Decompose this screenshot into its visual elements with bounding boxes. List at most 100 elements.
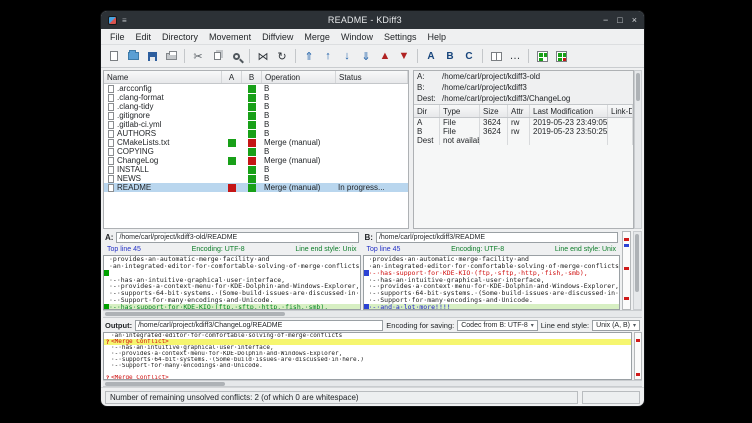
next-delta-icon[interactable]: ↓ <box>338 47 356 65</box>
output-overview-column[interactable] <box>634 332 642 380</box>
titlebar[interactable]: ≡ README - KDiff3 − □ × <box>101 11 644 29</box>
save-icon[interactable] <box>143 47 161 65</box>
split-view-icon[interactable] <box>487 47 505 65</box>
info-column-attr[interactable]: Attr <box>508 105 530 117</box>
output-hscrollbar[interactable] <box>103 380 642 387</box>
menu-item-directory[interactable]: Directory <box>157 31 203 43</box>
file-icon <box>108 121 114 129</box>
diff-line[interactable]: ·-·supports·64-bit·systems.·(Some·build·… <box>104 290 360 297</box>
maximize-button[interactable]: □ <box>617 15 622 25</box>
diff-line[interactable]: ·-·has·an·intuitive·graphical·user·inter… <box>104 276 360 283</box>
output-content[interactable]: ·an·integrated·editor·for·comfortable·so… <box>103 332 632 380</box>
dir-row-COPYING[interactable]: COPYINGB <box>104 147 408 156</box>
pane-b-path[interactable]: /home/carl/project/kdiff3/README <box>376 232 618 243</box>
status-cell <box>336 84 408 93</box>
open-folder-icon[interactable] <box>124 47 142 65</box>
choose-a-icon[interactable]: A <box>422 47 440 65</box>
diff-b-content[interactable]: ·provides·an·automatic·merge·facility·an… <box>363 255 621 310</box>
dir-row-.gitignore[interactable]: .gitignoreB <box>104 111 408 120</box>
pane-a-path[interactable]: /home/carl/project/kdiff3-old/README <box>116 232 358 243</box>
diff-hscrollbar-thumb[interactable] <box>105 312 285 316</box>
menu-item-diffview[interactable]: Diffview <box>257 31 298 43</box>
go-current-delta-icon[interactable]: ⋈ <box>254 47 272 65</box>
dir-row-README[interactable]: READMEMerge (manual)In progress... <box>104 183 408 192</box>
dir-row-ChangeLog[interactable]: ChangeLogMerge (manual) <box>104 156 408 165</box>
diff-line[interactable]: ·provides·an·automatic·merge·facility·an… <box>104 256 360 263</box>
dir-column-b[interactable]: B <box>242 71 262 83</box>
menu-item-edit[interactable]: Edit <box>131 31 157 43</box>
diff-line[interactable] <box>104 270 360 277</box>
diff-line[interactable]: ·-·has·an·intuitive·graphical·user·inter… <box>364 276 620 283</box>
cut-icon[interactable]: ✂ <box>189 47 207 65</box>
dir-column-name[interactable]: Name <box>104 71 222 83</box>
info-vscrollbar-thumb[interactable] <box>636 73 640 101</box>
overflow-icon[interactable]: … <box>506 47 524 65</box>
prev-delta-icon[interactable]: ↑ <box>319 47 337 65</box>
dir-row-CMakeLists.txt[interactable]: CMakeLists.txtMerge (manual) <box>104 138 408 147</box>
diff-line[interactable]: ·-·supports·64-bit·systems.·(Some·build·… <box>364 290 620 297</box>
b-status-square <box>248 94 256 102</box>
first-delta-icon[interactable]: ⇑ <box>300 47 318 65</box>
b-status-square <box>248 130 256 138</box>
diff-a-content[interactable]: ·provides·an·automatic·merge·facility·an… <box>103 255 361 310</box>
file-icon <box>108 184 114 192</box>
menu-item-merge[interactable]: Merge <box>299 31 335 43</box>
find-icon[interactable] <box>227 47 245 65</box>
b-status-square <box>248 184 256 192</box>
diff-vscrollbar-thumb[interactable] <box>635 234 639 292</box>
diff-line[interactable]: ·-·Support·for·many·encodings·and·Unicod… <box>364 297 620 304</box>
diff-line[interactable]: ·provides·an·automatic·merge·facility·an… <box>364 256 620 263</box>
close-button[interactable]: × <box>632 15 637 25</box>
info-column-last-modification[interactable]: Last Modification <box>530 105 608 117</box>
dir-merge-icon[interactable] <box>552 47 570 65</box>
diff-hscrollbar[interactable] <box>103 310 642 318</box>
output-path[interactable]: /home/carl/project/kdiff3/ChangeLog/READ… <box>135 320 383 331</box>
diff-line[interactable]: ·-·provides·a·context·menu·for·KDE-Dolph… <box>364 283 620 290</box>
info-cell: not available <box>440 136 480 145</box>
diff-line[interactable]: ·an·integrated·editor·for·comfortable·so… <box>104 263 360 270</box>
output-hscrollbar-thumb[interactable] <box>105 382 225 386</box>
new-document-icon[interactable] <box>105 47 123 65</box>
choose-c-icon[interactable]: C <box>460 47 478 65</box>
info-column-size[interactable]: Size <box>480 105 508 117</box>
diff-line[interactable]: ·-·Support·for·many·encodings·and·Unicod… <box>104 297 360 304</box>
dir-column-operation[interactable]: Operation <box>262 71 336 83</box>
menu-item-settings[interactable]: Settings <box>379 31 422 43</box>
dir-row-.clang-format[interactable]: .clang-formatB <box>104 93 408 102</box>
dir-column-status[interactable]: Status <box>336 71 408 83</box>
dir-row-NEWS[interactable]: NEWSB <box>104 174 408 183</box>
file-icon <box>108 130 114 138</box>
copy-icon[interactable] <box>208 47 226 65</box>
dir-compare-icon[interactable] <box>533 47 551 65</box>
encoding-select[interactable]: Codec from B: UTF-8 ▾ <box>457 320 538 331</box>
print-icon[interactable] <box>162 47 180 65</box>
info-column-type[interactable]: Type <box>440 105 480 117</box>
menu-item-movement[interactable]: Movement <box>204 31 256 43</box>
prev-conflict-icon[interactable]: ▲ <box>376 47 394 65</box>
info-vscrollbar[interactable] <box>634 70 642 229</box>
overview-column[interactable] <box>622 231 631 310</box>
menu-item-help[interactable]: Help <box>422 31 451 43</box>
next-conflict-icon[interactable]: ▼ <box>395 47 413 65</box>
dir-row-AUTHORS[interactable]: AUTHORSB <box>104 129 408 138</box>
info-column-dir[interactable]: Dir <box>414 105 440 117</box>
dir-column-a[interactable]: A <box>222 71 242 83</box>
menu-item-file[interactable]: File <box>105 31 130 43</box>
diff-line[interactable]: ·-·has·support·for·KDE-KIO·(ftp,·sftp,·h… <box>364 270 620 277</box>
diff-line[interactable]: ·-·provides·a·context·menu·for·KDE-Dolph… <box>104 283 360 290</box>
menu-item-window[interactable]: Window <box>336 31 378 43</box>
dir-row-.gitlab-ci.yml[interactable]: .gitlab-ci.ymlB <box>104 120 408 129</box>
choose-b-icon[interactable]: B <box>441 47 459 65</box>
diff-line[interactable]: ·an·integrated·editor·for·comfortable·so… <box>364 263 620 270</box>
diff-vscrollbar[interactable] <box>633 231 642 310</box>
dir-row-.arcconfig[interactable]: .arcconfigB <box>104 84 408 93</box>
info-cell: Dest <box>414 136 440 145</box>
lineend-select[interactable]: Unix (A, B) ▾ <box>592 320 640 331</box>
reload-icon[interactable]: ↻ <box>273 47 291 65</box>
dir-row-INSTALL[interactable]: INSTALLB <box>104 165 408 174</box>
status-cell <box>336 111 408 120</box>
last-delta-icon[interactable]: ⇓ <box>357 47 375 65</box>
dir-row-.clang-tidy[interactable]: .clang-tidyB <box>104 102 408 111</box>
minimize-button[interactable]: − <box>603 15 608 25</box>
info-column-link-destination[interactable]: Link-Destination <box>608 105 633 117</box>
